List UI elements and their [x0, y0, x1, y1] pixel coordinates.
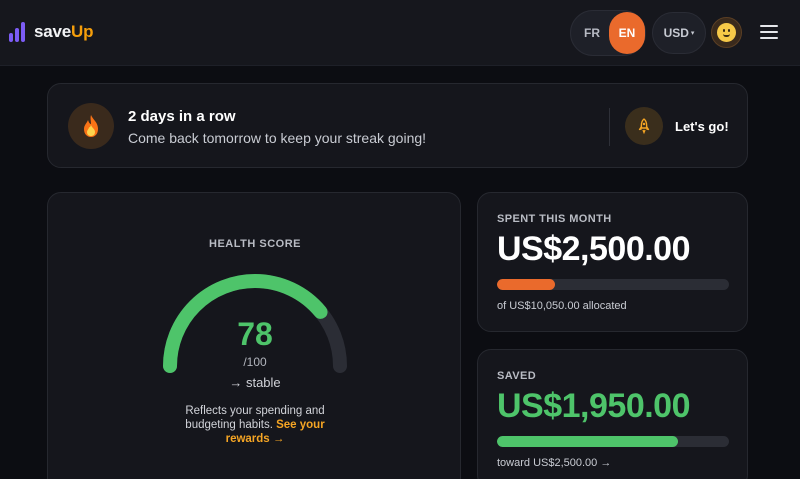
saved-progress-bar [497, 436, 729, 447]
saved-card: SAVED US$1,950.00 toward US$2,500.00 → [477, 349, 748, 479]
app-logo[interactable]: saveUp [9, 22, 93, 42]
fire-icon [68, 103, 114, 149]
spent-allocated-note: of US$10,050.00 allocated [497, 300, 627, 312]
lets-go-button[interactable]: Let's go! [675, 119, 729, 134]
hamburger-menu-icon[interactable] [760, 25, 778, 40]
saved-progress-fill [497, 436, 678, 447]
top-bar: saveUp FR EN USD ▾ [0, 0, 800, 66]
currency-value: USD [663, 26, 689, 40]
language-toggle: FR EN [570, 10, 646, 56]
health-score-description: Reflects your spending and budgeting hab… [168, 404, 342, 446]
caret-down-icon: ▾ [690, 29, 695, 37]
streak-title: 2 days in a row [128, 108, 236, 125]
currency-select[interactable]: USD ▾ [652, 12, 706, 54]
logo-text: saveUp [34, 22, 94, 41]
spent-progress-bar [497, 279, 729, 290]
health-score-max: /100 [243, 355, 267, 369]
health-score-label: HEALTH SCORE [209, 238, 301, 250]
streak-subtitle: Come back tomorrow to keep your streak g… [128, 130, 427, 146]
smiley-face-icon [717, 23, 736, 42]
health-score-value: 78 [237, 316, 273, 352]
saved-label: SAVED [497, 370, 537, 382]
streak-banner: 2 days in a row Come back tomorrow to ke… [47, 83, 748, 168]
language-option-fr[interactable]: FR [577, 11, 607, 55]
bar-chart-logo-icon [9, 22, 27, 42]
health-score-trend: → stable [229, 375, 281, 390]
health-score-card: HEALTH SCORE 78 /100 → stable Reflects y… [47, 192, 461, 479]
spent-label: SPENT THIS MONTH [497, 213, 612, 225]
spent-this-month-card: SPENT THIS MONTH US$2,500.00 of US$10,05… [477, 192, 748, 332]
saved-goal-link[interactable]: toward US$2,500.00 → [497, 457, 611, 469]
avatar-button[interactable] [711, 17, 742, 48]
rocket-icon[interactable] [625, 107, 663, 145]
spent-value: US$2,500.00 [497, 230, 691, 268]
spent-progress-fill [497, 279, 555, 290]
divider [609, 108, 610, 146]
language-option-en[interactable]: EN [609, 12, 645, 54]
saved-value: US$1,950.00 [497, 387, 691, 425]
